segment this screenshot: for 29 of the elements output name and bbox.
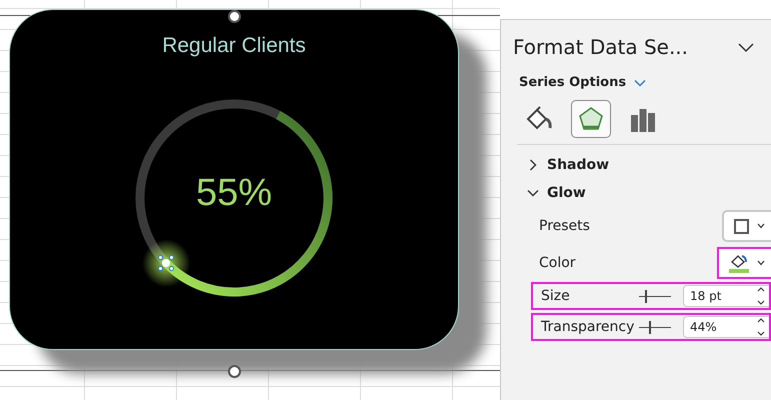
- field-label: Size: [540, 288, 571, 304]
- chevron-down-icon[interactable]: [527, 187, 539, 199]
- color-dropdown[interactable]: [717, 247, 771, 279]
- field-label: Color: [538, 255, 577, 271]
- pane-title: Format Data Se...: [513, 35, 688, 59]
- pane-tab[interactable]: [571, 100, 611, 138]
- resize-handle[interactable]: [228, 365, 241, 378]
- chart-title: Regular Clients: [162, 34, 306, 58]
- chevron-down-icon[interactable]: [737, 41, 755, 53]
- percent-value: 55%: [194, 172, 274, 215]
- spin-field[interactable]: 18 pt: [683, 285, 769, 307]
- spin-field[interactable]: 44%: [683, 316, 769, 338]
- spin-arrows-icon[interactable]: [757, 286, 765, 306]
- paint-bucket-icon: [525, 106, 553, 132]
- presets-dropdown[interactable]: [722, 210, 771, 242]
- field-label: Transparency: [540, 319, 636, 335]
- section-dropdown-label[interactable]: Series Options: [519, 75, 626, 90]
- caret-icon: [757, 223, 765, 229]
- bar-chart-icon: [630, 106, 656, 132]
- group-header[interactable]: Shadow: [547, 157, 610, 173]
- field-label: Presets: [538, 218, 591, 234]
- chevron-right-icon[interactable]: [527, 159, 539, 171]
- paint-bucket-icon: [730, 254, 748, 268]
- caret-icon: [757, 260, 765, 266]
- spin-arrows-icon[interactable]: [757, 317, 765, 337]
- group-header[interactable]: Glow: [547, 185, 586, 201]
- selection-handle-icon[interactable]: [158, 255, 174, 272]
- pentagon-icon: [578, 106, 604, 132]
- chart-card[interactable]: Regular Clients 55%: [9, 9, 459, 350]
